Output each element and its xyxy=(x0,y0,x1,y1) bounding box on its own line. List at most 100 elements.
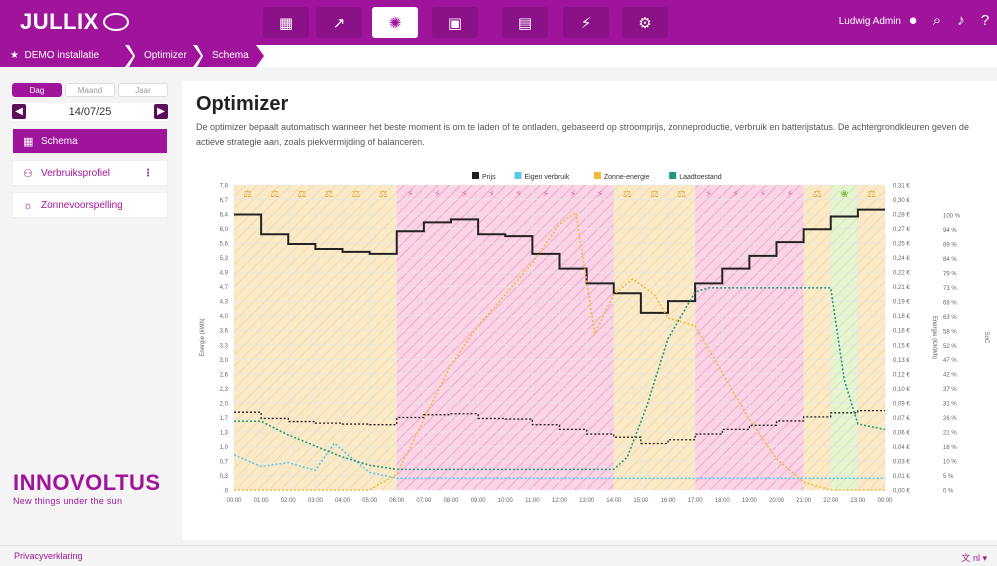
y-left-tick: 6,4 xyxy=(220,213,229,219)
strategy-band xyxy=(559,185,587,490)
nav-plug[interactable]: ⚡ xyxy=(563,7,609,38)
x-tick: 22:00 xyxy=(823,498,839,504)
y-price-tick: 0,12 € xyxy=(893,372,910,378)
main-panel: Optimizer De optimizer bepaalt automatis… xyxy=(182,81,997,540)
y-price-tick: 0,15 € xyxy=(893,343,910,349)
x-tick: 13:00 xyxy=(579,498,595,504)
x-tick: 04:00 xyxy=(335,498,351,504)
tab-year[interactable]: Jaar xyxy=(118,83,168,97)
nav-meter[interactable]: ▤ xyxy=(502,7,548,38)
optimizer-chart: Prijs Eigen verbruik Zonne-energie Laadtoes… xyxy=(200,172,989,504)
strategy-band xyxy=(613,185,641,490)
y-price-tick: 0,21 € xyxy=(893,285,910,291)
strategy-band xyxy=(749,185,777,490)
strategy-band xyxy=(288,185,316,490)
strategy-band xyxy=(695,185,723,490)
y-price-tick: 0,28 € xyxy=(893,213,910,219)
strategy-icon: ⚖ xyxy=(677,189,686,200)
breadcrumb-optimizer[interactable]: Optimizer xyxy=(129,45,201,67)
nav-battery[interactable]: ▣ xyxy=(432,7,478,38)
y-price-tick: 0,27 € xyxy=(893,227,910,233)
strategy-band xyxy=(532,185,560,490)
prev-day-button[interactable]: ◀ xyxy=(12,104,26,119)
y-soc-tick: 79 % xyxy=(943,271,957,277)
y-price-tick: 0,22 € xyxy=(893,271,910,277)
tab-day[interactable]: Dag xyxy=(12,83,62,97)
chevron-left-icon: ◀ xyxy=(15,106,23,117)
users-icon: ⚇ xyxy=(23,168,33,180)
y-price-tick: 0,31 € xyxy=(893,184,910,190)
strategy-icon: ⚖ xyxy=(352,189,361,200)
y-soc-tick: 26 % xyxy=(943,416,957,422)
nav-charts[interactable]: ↗ xyxy=(316,7,362,38)
x-tick: 15:00 xyxy=(633,498,649,504)
strategy-icon: ⚖ xyxy=(243,189,252,200)
x-tick: 05:00 xyxy=(362,498,378,504)
search-icon[interactable]: ⌕ xyxy=(928,12,946,29)
y-soc-tick: 5 % xyxy=(943,474,954,480)
x-tick: 10:00 xyxy=(498,498,514,504)
breadcrumb: ★ DEMO installatie Optimizer Schema xyxy=(0,45,997,67)
strategy-band xyxy=(586,185,614,490)
y-left-tick: 7,8 xyxy=(220,184,229,190)
y-price-tick: 0,18 € xyxy=(893,314,910,320)
chevron-right-icon: ▶ xyxy=(157,106,165,117)
sidebar-item-zonnevoorspelling[interactable]: ☼ Zonnevoorspelling xyxy=(12,192,168,218)
y-left-tick: 4,7 xyxy=(220,285,229,291)
strategy-band xyxy=(722,185,750,490)
strategy-band xyxy=(234,185,262,490)
app-logo[interactable]: JULLIX xyxy=(20,9,129,35)
sidebar-item-label: Zonnevoorspelling xyxy=(41,200,123,211)
strategy-icon: ⚡ xyxy=(705,189,712,200)
breadcrumb-schema[interactable]: Schema xyxy=(197,45,264,67)
language-selector[interactable]: 文 nl ▾ xyxy=(961,551,987,564)
legend-label: Eigen verbruik xyxy=(525,174,570,181)
nav-settings[interactable]: ⚙ xyxy=(622,7,668,38)
legend-swatch xyxy=(593,172,601,179)
plug-icon: ⚡ xyxy=(580,14,592,32)
date-value[interactable]: 14/07/25 xyxy=(12,103,168,121)
tab-month[interactable]: Maand xyxy=(65,83,115,97)
sidebar-item-verbruiksprofiel[interactable]: ⚇ Verbruiksprofiel ⋮ xyxy=(12,160,168,186)
strategy-icon: ⚡ xyxy=(597,189,604,200)
y-price-tick: 0,10 € xyxy=(893,387,910,393)
user-name[interactable]: Ludwig Admin xyxy=(839,16,901,27)
x-tick: 07:00 xyxy=(416,498,432,504)
y-soc-tick: 89 % xyxy=(943,242,957,248)
y-left-tick: 0,3 xyxy=(220,474,229,480)
brand-name: INNOVOLTUS xyxy=(13,470,161,495)
strategy-icon: ⚖ xyxy=(379,189,388,200)
user-icon[interactable]: ● xyxy=(904,12,922,29)
sun-icon: ☼ xyxy=(23,200,34,212)
legend-swatch xyxy=(669,172,677,179)
y-soc-tick: 37 % xyxy=(943,387,957,393)
y-left-tick: 0,7 xyxy=(220,459,229,465)
help-icon[interactable]: ? xyxy=(976,12,994,29)
y-price-tick: 0,07 € xyxy=(893,416,910,422)
footer: Privacyverklaring 文 nl ▾ xyxy=(0,545,997,566)
strategy-band xyxy=(261,185,289,490)
strategy-band xyxy=(315,185,343,490)
x-tick: 01:00 xyxy=(254,498,270,504)
y-left-tick: 4,9 xyxy=(220,271,229,277)
x-tick: 14:00 xyxy=(606,498,622,504)
page-title: Optimizer xyxy=(196,93,289,115)
y-soc-tick: 21 % xyxy=(943,431,957,437)
strategy-band xyxy=(505,185,533,490)
sidebar-item-schema[interactable]: ▦ Schema xyxy=(12,128,168,154)
y-soc-tick: 47 % xyxy=(943,358,957,364)
y-soc-tick: 94 % xyxy=(943,228,957,234)
bell-icon[interactable]: ♪ xyxy=(952,12,970,29)
chart-line-icon: ↗ xyxy=(332,14,346,32)
nav-optimizer[interactable]: ✺ xyxy=(372,7,418,38)
strategy-icon: ⚖ xyxy=(270,189,279,200)
breadcrumb-installation[interactable]: ★ DEMO installatie xyxy=(0,45,133,67)
more-options-icon[interactable]: ⋮ xyxy=(143,161,153,187)
y-soc-tick: 31 % xyxy=(943,402,957,408)
next-day-button[interactable]: ▶ xyxy=(154,104,168,119)
x-tick: 19:00 xyxy=(742,498,758,504)
x-tick: 16:00 xyxy=(660,498,676,504)
privacy-link[interactable]: Privacyverklaring xyxy=(14,551,83,561)
nav-dashboard[interactable]: ▦ xyxy=(263,7,309,38)
legend-label: Prijs xyxy=(482,174,496,181)
